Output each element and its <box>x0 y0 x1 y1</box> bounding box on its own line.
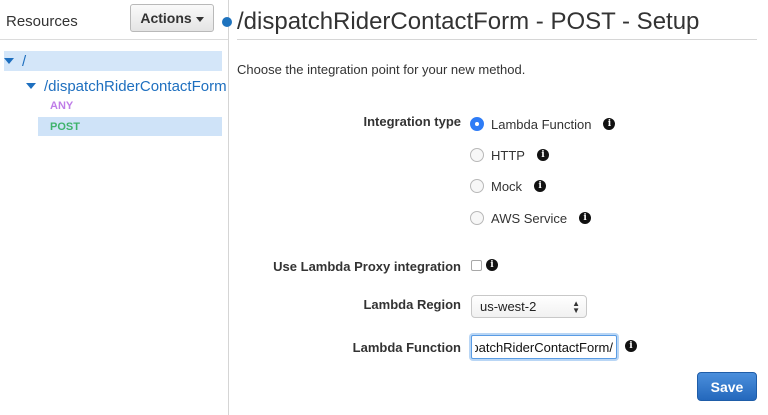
radio-lambda-label[interactable]: Lambda Function <box>491 117 591 132</box>
lambda-region-label: Lambda Region <box>363 297 461 312</box>
radio-aws-service-label[interactable]: AWS Service <box>491 211 567 226</box>
title-divider <box>237 39 757 40</box>
info-icon[interactable]: i <box>534 180 547 192</box>
radio-lambda-function[interactable] <box>470 117 484 131</box>
page-title: /dispatchRiderContactForm - POST - Setup <box>237 8 700 35</box>
radio-option-aws-service[interactable]: AWS Service i <box>470 209 592 227</box>
radio-mock-label[interactable]: Mock <box>491 179 522 194</box>
actions-button[interactable]: Actions <box>130 4 214 32</box>
info-icon[interactable]: i <box>579 212 592 224</box>
info-icon[interactable]: i <box>486 259 498 271</box>
resources-panel: Resources Actions / /dispatchRiderContac… <box>0 0 229 415</box>
actions-button-label: Actions <box>140 10 192 26</box>
save-button[interactable]: Save <box>697 372 757 401</box>
caret-down-icon <box>195 16 204 22</box>
tree-item-resource[interactable]: /dispatchRiderContactForm <box>26 76 227 96</box>
tree-method-post[interactable]: POST <box>38 117 222 136</box>
radio-mock[interactable] <box>470 179 484 193</box>
panel-divider <box>0 39 228 40</box>
tree-item-root-label[interactable]: / <box>22 53 26 70</box>
resources-title: Resources <box>6 13 78 30</box>
radio-option-lambda[interactable]: Lambda Function i <box>470 115 616 133</box>
tree-method-any[interactable]: ANY <box>38 96 222 115</box>
tree-item-root[interactable]: / <box>4 51 222 71</box>
radio-option-mock[interactable]: Mock i <box>470 177 547 195</box>
tree-item-resource-label[interactable]: /dispatchRiderContactForm <box>44 78 227 95</box>
status-dot <box>222 17 232 27</box>
lambda-function-label: Lambda Function <box>352 340 461 355</box>
up-down-arrows-icon: ▲ ▼ <box>572 299 580 315</box>
lambda-function-input[interactable] <box>471 335 617 359</box>
radio-aws-service[interactable] <box>470 211 484 225</box>
proxy-integration-checkbox[interactable] <box>471 260 482 271</box>
radio-http[interactable] <box>470 148 484 162</box>
info-icon[interactable]: i <box>625 340 637 352</box>
intro-text: Choose the integration point for your ne… <box>237 62 526 77</box>
integration-type-label: Integration type <box>363 114 461 129</box>
radio-option-http[interactable]: HTTP i <box>470 146 549 164</box>
info-icon[interactable]: i <box>536 149 549 161</box>
lambda-region-select[interactable]: us-west-2 ▲ ▼ <box>471 295 587 318</box>
info-icon[interactable]: i <box>603 118 616 130</box>
radio-http-label[interactable]: HTTP <box>491 148 525 163</box>
proxy-integration-label: Use Lambda Proxy integration <box>273 259 461 274</box>
expand-caret-icon[interactable] <box>26 83 36 89</box>
lambda-region-value: us-west-2 <box>480 299 537 314</box>
expand-caret-icon[interactable] <box>4 58 14 64</box>
